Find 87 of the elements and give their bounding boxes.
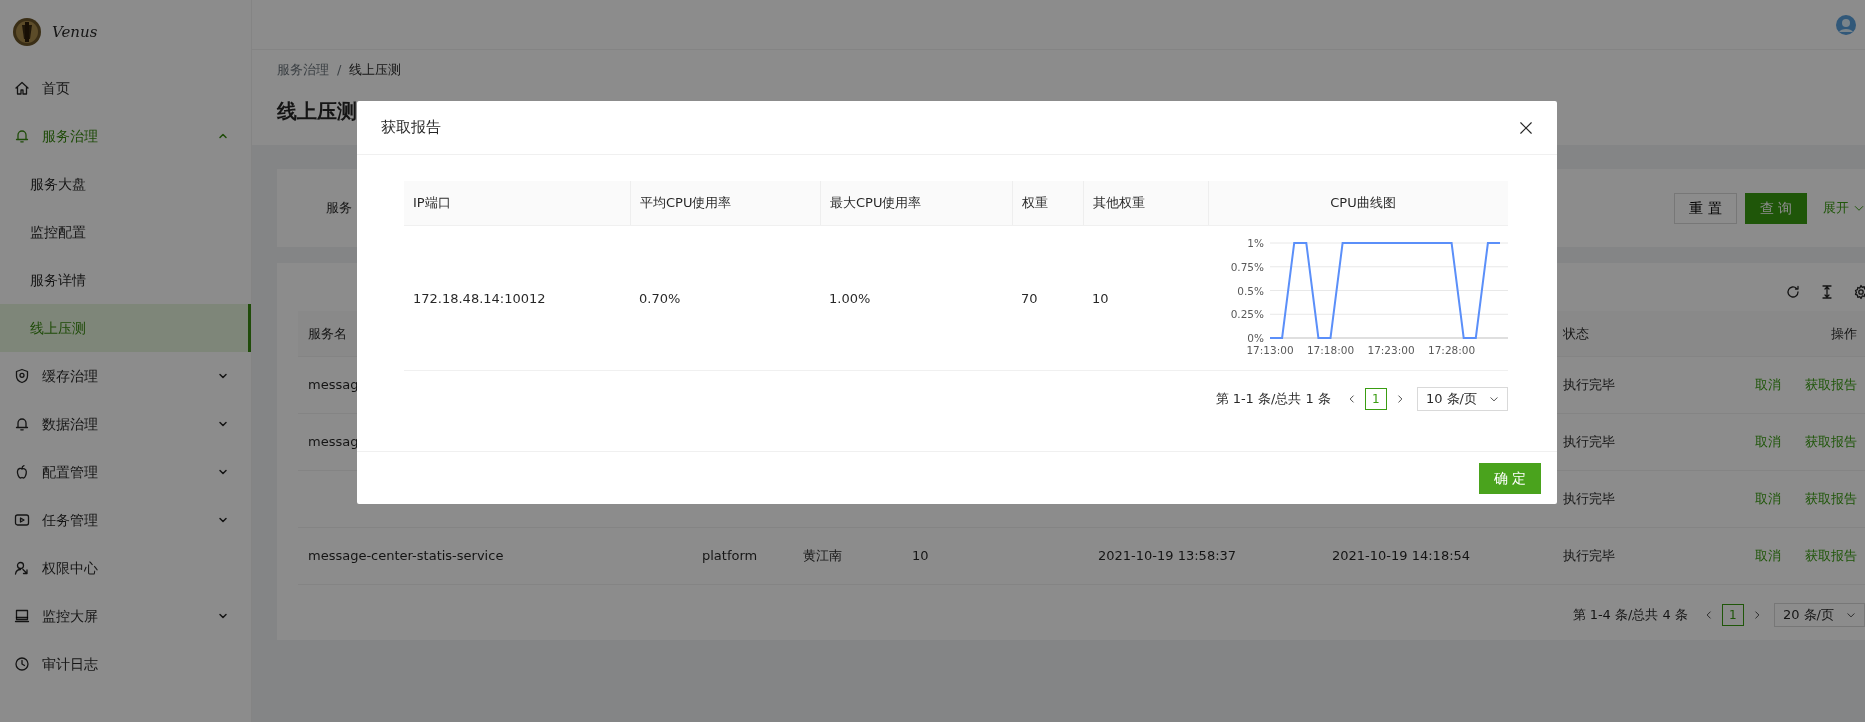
shield-icon	[14, 368, 30, 384]
column-header: 状态	[1563, 324, 1589, 343]
sidebar-item[interactable]: 监控大屏	[0, 592, 251, 640]
expand-link[interactable]: 展开	[1823, 198, 1865, 218]
page-size-select[interactable]: 10 条/页	[1416, 387, 1508, 411]
page-size-select[interactable]: 20 条/页	[1773, 603, 1865, 627]
table-cell-text: 执行完毕	[1563, 547, 1615, 566]
table-cell-text: 执行完毕	[1563, 376, 1615, 395]
field-label: 服务	[326, 199, 352, 218]
page-button[interactable]: 1	[1721, 604, 1744, 626]
table-cell-text: 1.00%	[829, 289, 871, 308]
table-cell-text: 黄江南	[803, 547, 842, 566]
chevron-down-icon	[1489, 394, 1499, 404]
table-cell-text: 执行完毕	[1563, 490, 1615, 509]
table-cell-text: 172.18.48.14:10012	[413, 289, 546, 308]
pagination-summary: 第 1-4 条/总共 4 条	[1572, 606, 1688, 625]
cancel-link[interactable]: 取消	[1755, 546, 1781, 566]
reset-button[interactable]: 重 置	[1674, 192, 1737, 224]
page-button[interactable]: 1	[1364, 388, 1387, 410]
apple-icon	[14, 464, 30, 480]
cancel-link[interactable]: 取消	[1755, 375, 1781, 395]
sidebar-item[interactable]: 首页	[0, 64, 251, 112]
report-link[interactable]: 获取报告	[1805, 375, 1857, 395]
column-header: 服务名	[308, 324, 347, 343]
sidebar-subitem[interactable]: 线上压测	[0, 304, 251, 352]
sidebar-subitem[interactable]: 服务大盘	[0, 160, 251, 208]
sidebar-item[interactable]: 任务管理	[0, 496, 251, 544]
x-axis-label: 17:18:00	[1306, 344, 1355, 356]
column-header: 权重	[1022, 194, 1048, 213]
logo-text: Venus	[52, 21, 98, 43]
column-header: CPU曲线图	[1330, 194, 1396, 213]
y-axis-label: 0.25%	[1230, 308, 1264, 321]
table-cell-text: 2021-10-19 14:18:54	[1332, 547, 1471, 566]
modal-title: 获取报告	[381, 117, 441, 137]
x-axis-label: 17:28:00	[1428, 344, 1476, 356]
query-button[interactable]: 查 询	[1744, 192, 1807, 224]
home-icon	[14, 80, 30, 96]
column-header: 最大CPU使用率	[830, 194, 922, 213]
table-cell-text: 70	[1021, 289, 1038, 308]
column-header: 平均CPU使用率	[640, 194, 732, 213]
bell-icon	[14, 416, 30, 432]
ok-button[interactable]: 确 定	[1479, 462, 1541, 494]
x-axis-label: 17:13:00	[1246, 344, 1294, 356]
pagination-summary: 第 1-1 条/总共 1 条	[1215, 390, 1331, 409]
column-header: IP端口	[413, 194, 451, 213]
sidebar-item[interactable]: 审计日志	[0, 640, 251, 688]
table-cell-text: message-center-statis-service	[308, 547, 504, 566]
sidebar-subitem[interactable]: 监控配置	[0, 208, 251, 256]
logo-icon	[12, 17, 42, 47]
sidebar-item[interactable]: 配置管理	[0, 448, 251, 496]
report-link[interactable]: 获取报告	[1805, 546, 1857, 566]
table-cell-text: platform	[702, 547, 758, 566]
table-cell-text: messag	[308, 376, 359, 395]
close-icon[interactable]	[1519, 120, 1533, 135]
table-cell-text: 10	[912, 547, 929, 566]
sidebar-item[interactable]: 缓存治理	[0, 352, 251, 400]
x-axis-label: 17:23:00	[1367, 344, 1415, 356]
y-axis-label: 0%	[1247, 332, 1264, 344]
sidebar-subitem[interactable]: 服务详情	[0, 256, 251, 304]
column-header: 操作	[1831, 324, 1857, 343]
clock-icon	[14, 656, 30, 672]
laptop-icon	[14, 608, 30, 624]
chevron-down-icon	[1846, 610, 1856, 620]
y-axis-label: 0.75%	[1230, 260, 1264, 273]
column-header: 其他权重	[1093, 194, 1145, 213]
report-link[interactable]: 获取报告	[1805, 432, 1857, 452]
sidebar-item[interactable]: 权限中心	[0, 544, 251, 592]
table-cell-text: 执行完毕	[1563, 433, 1615, 452]
settings-icon[interactable]	[1853, 284, 1865, 300]
breadcrumb-separator: /	[337, 61, 342, 79]
page-title: 线上压测	[277, 97, 358, 125]
cancel-link[interactable]: 取消	[1755, 489, 1781, 509]
y-axis-label: 1%	[1247, 237, 1264, 249]
cancel-link[interactable]: 取消	[1755, 432, 1781, 452]
y-axis-label: 0.5%	[1237, 284, 1264, 297]
breadcrumb-item: 线上压测	[349, 61, 402, 79]
sidebar-item[interactable]: 服务治理	[0, 112, 251, 160]
table-cell-text: 2021-10-19 13:58:37	[1098, 547, 1237, 566]
table-cell-text: 0.70%	[639, 289, 681, 308]
report-link[interactable]: 获取报告	[1805, 489, 1857, 509]
sidebar-item[interactable]: 数据治理	[0, 400, 251, 448]
bell-icon	[14, 128, 30, 144]
reload-icon[interactable]	[1785, 284, 1801, 300]
play-icon	[14, 512, 30, 528]
table-cell-text: messag	[308, 433, 359, 452]
table-cell-text: 10	[1092, 289, 1109, 308]
breadcrumb-item[interactable]: 服务治理	[277, 60, 329, 80]
